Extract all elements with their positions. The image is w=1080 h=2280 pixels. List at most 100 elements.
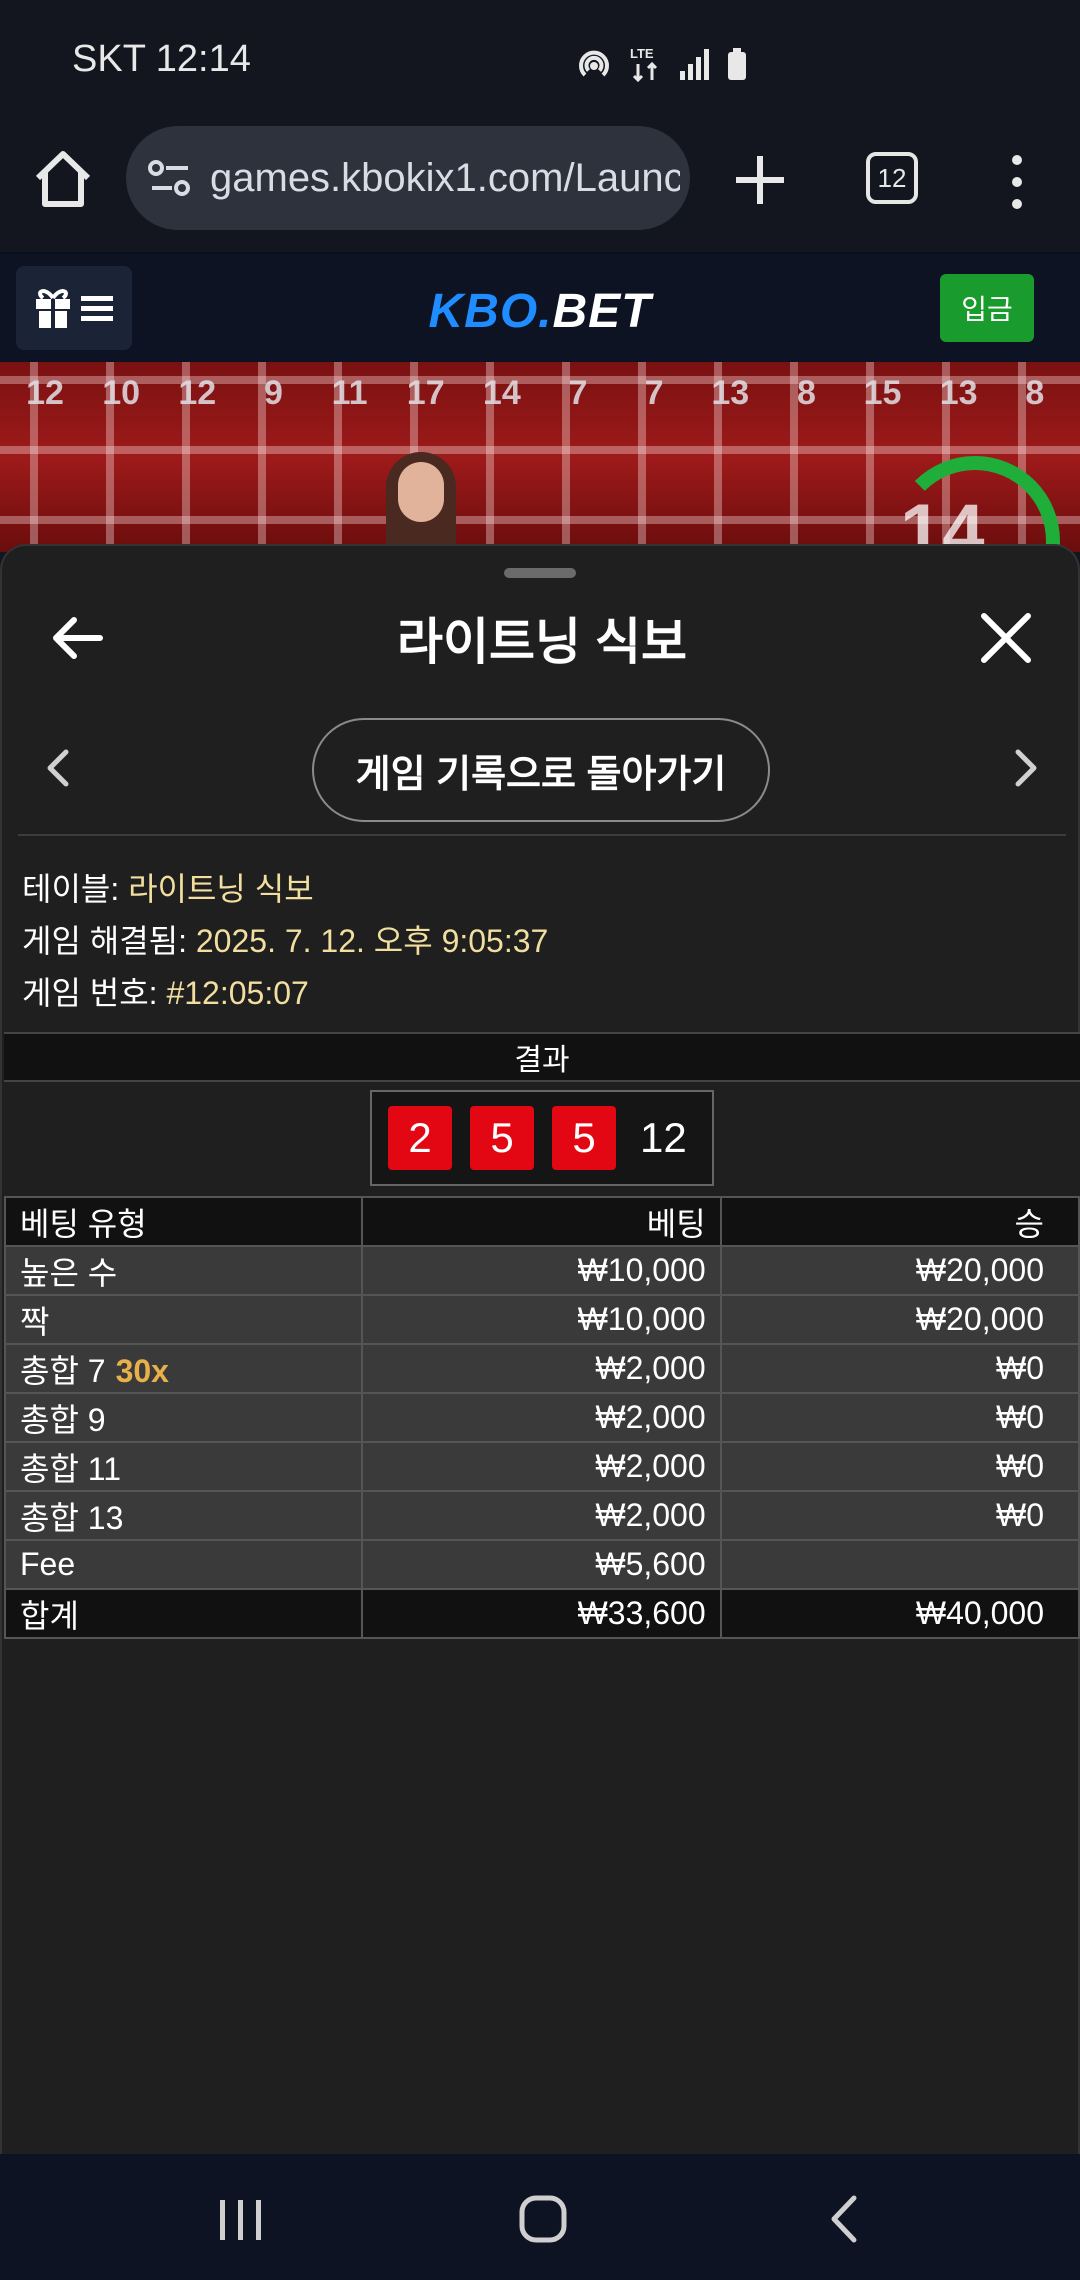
history-value: 7 — [568, 374, 588, 412]
bet-amount-cell: ₩5,600 — [361, 1539, 722, 1590]
history-value: 7 — [644, 374, 664, 412]
site-logo[interactable]: KBO.BET — [0, 284, 1080, 339]
column-header-bet-type: 베팅 유형 — [3, 1196, 364, 1247]
status-bar: SKT 12:14 LTE — [0, 0, 1080, 120]
svg-text:LTE: LTE — [630, 46, 654, 61]
die: 5 — [552, 1106, 616, 1170]
bet-type-cell: 총합 13 — [3, 1490, 364, 1541]
bet-type-cell: 총합 9 — [3, 1392, 364, 1443]
table-row: 총합 7 30x ₩2,000 ₩0 — [3, 1343, 1080, 1394]
bet-type-cell: 짝 — [3, 1294, 364, 1345]
table-row: 높은 수 ₩10,000 ₩20,000 — [3, 1245, 1080, 1296]
history-value: 9 — [263, 374, 283, 412]
site-header: KBO.BET 입금 — [0, 252, 1080, 362]
history-value: 17 — [406, 374, 445, 412]
win-amount-cell: ₩20,000 — [719, 1294, 1080, 1345]
result-area: 2 5 5 12 — [4, 1082, 1080, 1202]
history-value: 10 — [102, 374, 141, 412]
history-value: 13 — [711, 374, 750, 412]
game-number-label: 게임 번호: — [22, 975, 158, 1011]
bet-amount-cell: ₩10,000 — [361, 1294, 722, 1345]
site-settings-icon[interactable] — [148, 158, 192, 198]
signal-icon — [680, 49, 709, 80]
recent-apps-icon[interactable] — [216, 2198, 266, 2242]
browser-toolbar: games.kbokix1.com/Launch 12 — [0, 120, 1080, 252]
win-amount-cell: ₩20,000 — [719, 1245, 1080, 1296]
bet-amount-cell: ₩10,000 — [361, 1245, 722, 1296]
win-amount-cell: ₩0 — [719, 1343, 1080, 1394]
tab-switcher-button[interactable]: 12 — [866, 152, 918, 204]
history-value: 14 — [482, 374, 521, 412]
table-value: 라이트닝 식보 — [128, 871, 314, 907]
table-label: 테이블: — [22, 871, 120, 907]
bet-table: 베팅 유형 베팅 승 높은 수 ₩10,000 ₩20,000 짝 ₩10,00… — [3, 1196, 1080, 1639]
game-video: 12 10 12 9 11 17 14 7 7 13 8 15 13 8 14 — [0, 362, 1080, 552]
result-history: 12 10 12 9 11 17 14 7 7 13 8 15 13 8 — [0, 374, 1080, 413]
total-win-cell: ₩40,000 — [719, 1588, 1080, 1639]
bet-amount-cell: ₩2,000 — [361, 1441, 722, 1492]
column-header-win: 승 — [719, 1196, 1080, 1247]
back-to-history-button[interactable]: 게임 기록으로 돌아가기 — [312, 718, 770, 822]
system-nav-bar — [0, 2154, 1080, 2280]
bet-type-cell: 높은 수 — [3, 1245, 364, 1296]
bet-type-cell: 총합 11 — [3, 1441, 364, 1492]
total-row: 합계 ₩33,600 ₩40,000 — [3, 1588, 1080, 1639]
game-number-info: 게임 번호: #12:05:07 — [22, 968, 309, 1014]
resolved-label: 게임 해결됨: — [22, 923, 187, 959]
home-nav-icon[interactable] — [518, 2194, 568, 2244]
win-amount-cell: ₩0 — [719, 1392, 1080, 1443]
status-time: SKT 12:14 — [72, 38, 251, 80]
close-icon[interactable] — [974, 606, 1038, 670]
divider — [18, 834, 1066, 836]
bet-amount-cell: ₩2,000 — [361, 1392, 722, 1443]
more-options-icon[interactable] — [1000, 152, 1034, 212]
game-number-value: #12:05:07 — [166, 975, 309, 1011]
back-nav-icon[interactable] — [826, 2194, 862, 2244]
address-bar[interactable]: games.kbokix1.com/Launch — [126, 126, 690, 230]
table-row: Fee ₩5,600 — [3, 1539, 1080, 1590]
win-amount-cell: ₩0 — [719, 1490, 1080, 1541]
history-value: 15 — [863, 374, 902, 412]
url-text[interactable]: games.kbokix1.com/Launch — [210, 156, 680, 201]
resolved-value: 2025. 7. 12. 오후 9:05:37 — [195, 923, 549, 959]
table-row: 총합 9 ₩2,000 ₩0 — [3, 1392, 1080, 1443]
sheet-title: 라이트닝 식보 — [397, 614, 687, 670]
history-value: 11 — [331, 374, 368, 412]
total-label-cell: 합계 — [3, 1588, 364, 1639]
table-row: 짝 ₩10,000 ₩20,000 — [3, 1294, 1080, 1345]
countdown-value: 14 — [900, 489, 985, 552]
game-detail-sheet: 라이트닝 식보 게임 기록으로 돌아가기 테이블: 라이트닝 식보 게임 해결됨… — [0, 544, 1080, 2154]
table-row: 총합 11 ₩2,000 ₩0 — [3, 1441, 1080, 1492]
win-amount-cell — [719, 1539, 1080, 1590]
bet-amount-cell: ₩2,000 — [361, 1343, 722, 1394]
resolved-info: 게임 해결됨: 2025. 7. 12. 오후 9:05:37 — [22, 916, 548, 962]
table-header-row: 베팅 유형 베팅 승 — [3, 1196, 1080, 1247]
history-value: 12 — [26, 374, 64, 412]
history-value: 12 — [178, 374, 217, 412]
dice-result: 2 5 5 12 — [370, 1090, 714, 1186]
column-header-bet: 베팅 — [361, 1196, 722, 1247]
status-icons: LTE — [574, 44, 748, 84]
win-amount-cell: ₩0 — [719, 1441, 1080, 1492]
table-row: 총합 13 ₩2,000 ₩0 — [3, 1490, 1080, 1541]
home-icon[interactable] — [30, 146, 96, 212]
history-value: 8 — [796, 374, 816, 412]
multiplier-badge: 30x — [115, 1352, 169, 1389]
sheet-drag-handle[interactable] — [504, 568, 576, 578]
die: 2 — [388, 1106, 452, 1170]
result-header: 결과 — [4, 1032, 1080, 1082]
chevron-left-icon[interactable] — [40, 744, 76, 792]
total-bet-cell: ₩33,600 — [361, 1588, 722, 1639]
history-value: 8 — [1025, 374, 1045, 412]
chevron-right-icon[interactable] — [1008, 744, 1044, 792]
bet-type-cell: 총합 7 30x — [3, 1343, 364, 1394]
dealer-face — [398, 462, 444, 522]
deposit-button[interactable]: 입금 — [940, 274, 1034, 342]
dice-total: 12 — [640, 1114, 687, 1161]
bet-amount-cell: ₩2,000 — [361, 1490, 722, 1541]
new-tab-icon[interactable] — [730, 150, 790, 210]
table-info: 테이블: 라이트닝 식보 — [22, 864, 314, 910]
die: 5 — [470, 1106, 534, 1170]
history-value: 13 — [939, 374, 978, 412]
lte-icon: LTE — [630, 46, 658, 83]
